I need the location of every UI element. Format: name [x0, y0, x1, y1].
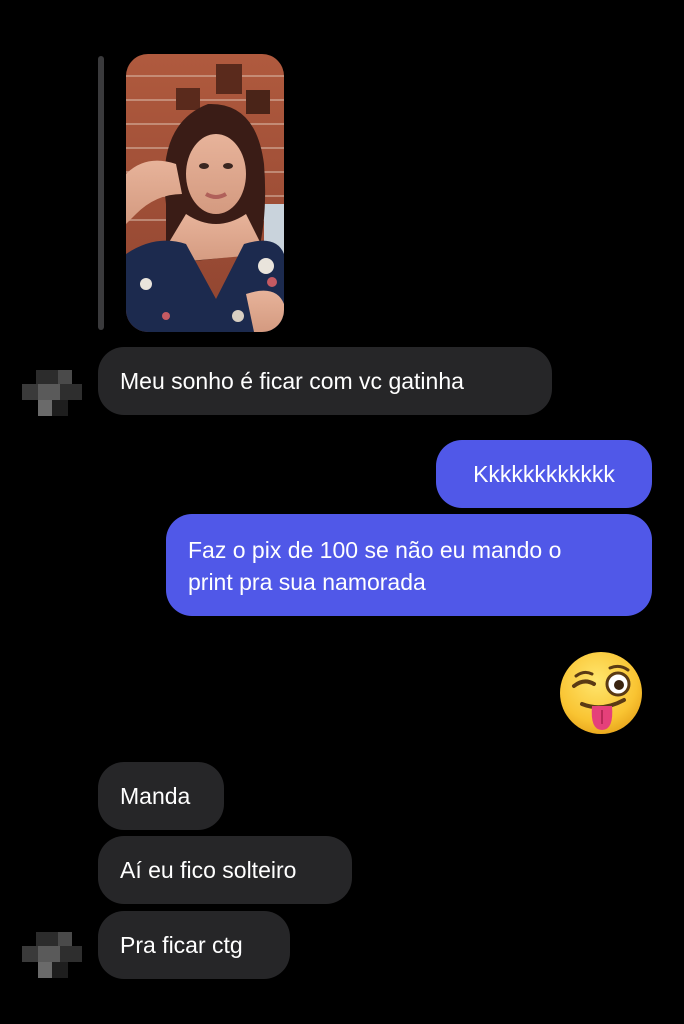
message-bubble-incoming[interactable]: Aí eu fico solteiro — [98, 836, 352, 904]
message-bubble-outgoing[interactable]: Faz o pix de 100 se não eu mando o print… — [166, 514, 652, 616]
reply-indicator-bar — [98, 56, 104, 330]
message-bubble-incoming[interactable]: Manda — [98, 762, 224, 830]
message-bubble-incoming[interactable]: Pra ficar ctg — [98, 911, 290, 979]
photo-image — [126, 54, 284, 332]
contact-avatar[interactable] — [22, 932, 82, 978]
shared-photo[interactable] — [126, 54, 284, 332]
message-bubble-outgoing[interactable]: Kkkkkkkkkkkk — [436, 440, 652, 508]
contact-avatar[interactable] — [22, 370, 82, 416]
message-text: Kkkkkkkkkkkk — [473, 461, 615, 487]
message-text: Aí eu fico solteiro — [120, 857, 297, 883]
message-bubble-incoming[interactable]: Meu sonho é ficar com vc gatinha — [98, 347, 552, 415]
message-text: Pra ficar ctg — [120, 932, 243, 958]
message-text: Manda — [120, 783, 191, 809]
message-text-line: print pra sua namorada — [188, 569, 426, 595]
message-text-line: Faz o pix de 100 se não eu mando o — [188, 537, 562, 563]
message-text: Meu sonho é ficar com vc gatinha — [120, 368, 464, 394]
winking-face-with-tongue-icon[interactable] — [558, 650, 644, 736]
